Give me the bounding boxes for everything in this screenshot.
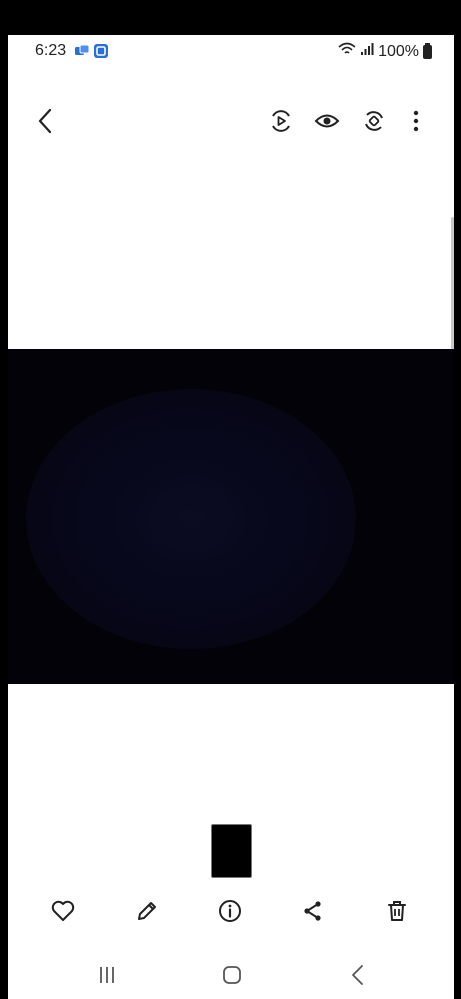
photo-view[interactable] bbox=[8, 349, 454, 684]
top-toolbar bbox=[8, 97, 454, 147]
more-options-icon bbox=[413, 110, 419, 132]
delete-button[interactable] bbox=[379, 893, 415, 929]
share-icon bbox=[304, 901, 321, 921]
favorite-icon bbox=[51, 900, 75, 921]
wifi-icon bbox=[338, 42, 356, 61]
bottom-action-bar bbox=[8, 893, 454, 933]
status-time: 6:23 bbox=[35, 42, 67, 59]
status-right: 100% bbox=[338, 42, 432, 61]
nav-back-button[interactable] bbox=[340, 957, 376, 993]
delete-icon bbox=[388, 901, 406, 921]
edit-button[interactable] bbox=[129, 893, 165, 929]
notification-app-icon bbox=[74, 43, 90, 64]
back-button[interactable] bbox=[28, 103, 64, 139]
remaster-icon bbox=[365, 111, 383, 131]
system-navigation-bar bbox=[8, 955, 454, 995]
notification-icons bbox=[74, 43, 109, 64]
info-icon bbox=[219, 900, 241, 922]
home-icon bbox=[223, 966, 241, 984]
home-button[interactable] bbox=[214, 957, 250, 993]
recent-apps-button[interactable] bbox=[89, 957, 125, 993]
motion-photo-button[interactable] bbox=[263, 103, 299, 139]
share-button[interactable] bbox=[295, 893, 331, 929]
more-options-button[interactable] bbox=[398, 103, 434, 139]
view-icon bbox=[314, 114, 340, 128]
recent-apps-icon bbox=[100, 967, 114, 983]
signal-icon bbox=[360, 42, 374, 61]
remaster-button[interactable] bbox=[356, 103, 392, 139]
view-button[interactable] bbox=[309, 103, 345, 139]
photo-content bbox=[26, 389, 356, 649]
photo-thumbnail[interactable] bbox=[211, 824, 252, 878]
details-button[interactable] bbox=[212, 893, 248, 929]
battery-icon bbox=[423, 42, 432, 59]
motion-photo-icon bbox=[272, 110, 290, 132]
nav-back-icon bbox=[352, 965, 363, 985]
notification-app-icon-2 bbox=[93, 43, 109, 64]
edit-icon bbox=[138, 902, 156, 920]
scroll-handle[interactable] bbox=[451, 217, 454, 357]
favorite-button[interactable] bbox=[45, 893, 81, 929]
status-bar: 6:23 100% bbox=[8, 35, 454, 67]
battery-text: 100% bbox=[378, 42, 419, 60]
back-icon bbox=[38, 108, 52, 134]
gallery-viewer-screen: 6:23 100% bbox=[8, 35, 454, 999]
